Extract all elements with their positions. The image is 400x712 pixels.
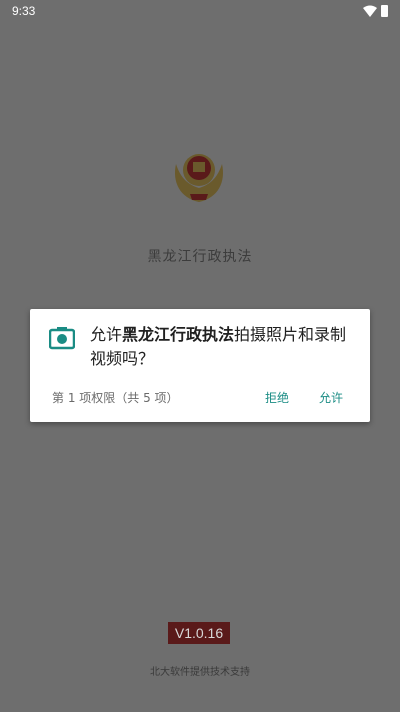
permission-counter: 第 1 项权限（共 5 项） (52, 391, 179, 405)
permission-dialog: 允许黑龙江行政执法拍摄照片和录制视频吗？ 第 1 项权限（共 5 项） 拒绝 允… (30, 309, 370, 422)
support-text: 北大软件提供技术支持 (150, 667, 250, 678)
message-app-name: 黑龙江行政执法 (122, 325, 235, 344)
emblem-logo (174, 154, 224, 202)
camera-icon (49, 327, 75, 350)
wifi-icon (363, 5, 377, 17)
app-title: 黑龙江行政执法 (147, 249, 253, 265)
version-badge: V1.0.16 (168, 622, 230, 644)
allow-button[interactable]: 允许 (319, 389, 343, 406)
status-icons (363, 5, 388, 17)
status-bar: 9:33 (0, 0, 400, 24)
battery-icon (381, 5, 388, 17)
permission-message: 允许黑龙江行政执法拍摄照片和录制视频吗？ (90, 323, 362, 371)
deny-button[interactable]: 拒绝 (265, 389, 289, 406)
message-prefix: 允许 (90, 325, 123, 344)
status-time: 9:33 (12, 4, 36, 18)
